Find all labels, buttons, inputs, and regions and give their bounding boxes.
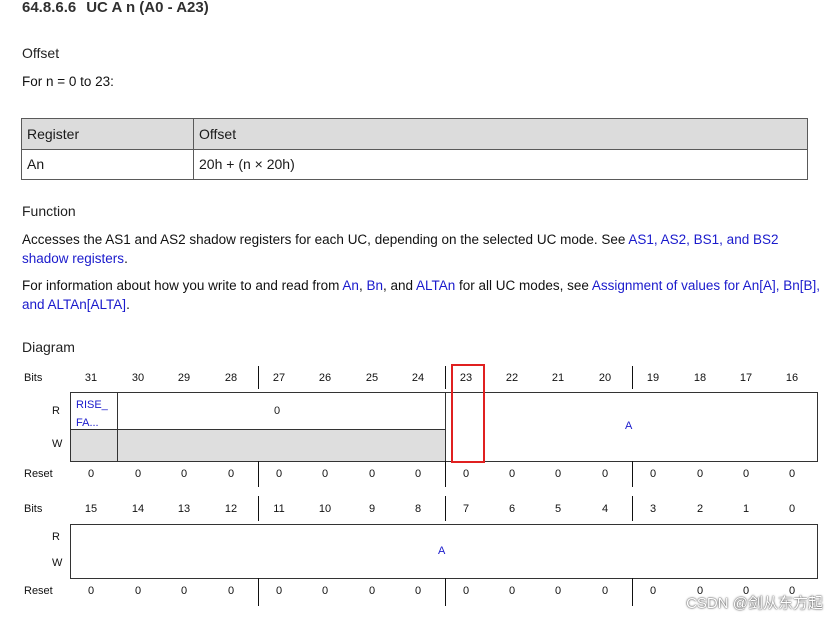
byte-separator bbox=[258, 461, 259, 487]
field-rise-fa-label[interactable]: RISE_ FA... bbox=[76, 396, 108, 432]
reset-value-upper-13: 0 bbox=[696, 468, 704, 480]
bit-number-lower-14: 1 bbox=[742, 503, 750, 515]
field-a-upper-label[interactable]: A bbox=[625, 420, 632, 432]
bit-number-upper-12: 19 bbox=[646, 372, 660, 384]
reset-value-lower-12: 0 bbox=[649, 585, 657, 597]
reset-value-upper-0: 0 bbox=[87, 468, 95, 480]
bit-number-lower-8: 7 bbox=[462, 503, 470, 515]
reset-value-upper-3: 0 bbox=[227, 468, 235, 480]
reset-value-upper-5: 0 bbox=[321, 468, 329, 480]
bit-number-upper-2: 29 bbox=[177, 372, 191, 384]
reset-value-lower-5: 0 bbox=[321, 585, 329, 597]
reset-value-lower-9: 0 bbox=[508, 585, 516, 597]
byte-separator bbox=[632, 496, 633, 521]
byte-separator bbox=[258, 578, 259, 606]
reset-value-lower-11: 0 bbox=[601, 585, 609, 597]
bits-label-lower: Bits bbox=[24, 503, 43, 515]
bit-number-lower-2: 13 bbox=[177, 503, 191, 515]
reset-value-upper-15: 0 bbox=[788, 468, 796, 480]
byte-separator bbox=[445, 496, 446, 521]
bit-number-lower-5: 10 bbox=[318, 503, 332, 515]
byte-separator bbox=[445, 578, 446, 606]
bit-number-lower-15: 0 bbox=[788, 503, 796, 515]
bit-number-upper-8: 23 bbox=[459, 372, 473, 384]
bit-number-lower-1: 14 bbox=[131, 503, 145, 515]
reset-value-lower-1: 0 bbox=[134, 585, 142, 597]
bit-number-lower-7: 8 bbox=[414, 503, 422, 515]
r-label-lower: R bbox=[52, 531, 60, 543]
byte-separator bbox=[632, 366, 633, 389]
w-label-lower: W bbox=[52, 557, 63, 569]
bit-number-upper-1: 30 bbox=[131, 372, 145, 384]
reset-value-upper-12: 0 bbox=[649, 468, 657, 480]
field-rise-fa-write bbox=[70, 429, 118, 462]
reset-value-lower-7: 0 bbox=[414, 585, 422, 597]
bit-number-lower-0: 15 bbox=[84, 503, 98, 515]
reset-value-lower-3: 0 bbox=[227, 585, 235, 597]
byte-separator bbox=[632, 578, 633, 606]
byte-separator bbox=[632, 461, 633, 487]
byte-separator bbox=[258, 366, 259, 389]
bits-label-upper: Bits bbox=[24, 372, 43, 384]
bit-number-upper-9: 22 bbox=[505, 372, 519, 384]
reset-value-upper-10: 0 bbox=[554, 468, 562, 480]
bit-number-upper-10: 21 bbox=[551, 372, 565, 384]
bit-number-lower-4: 11 bbox=[273, 503, 285, 515]
bit-number-upper-15: 16 bbox=[785, 372, 799, 384]
w-label-upper: W bbox=[52, 438, 63, 450]
bit-number-upper-13: 18 bbox=[693, 372, 707, 384]
byte-separator bbox=[258, 496, 259, 521]
bit-number-upper-0: 31 bbox=[84, 372, 98, 384]
reset-value-upper-2: 0 bbox=[180, 468, 188, 480]
r-label-upper: R bbox=[52, 405, 60, 417]
bit-number-upper-3: 28 bbox=[224, 372, 238, 384]
field-reserved-value: 0 bbox=[274, 405, 281, 417]
bit-number-lower-3: 12 bbox=[224, 503, 238, 515]
bit-number-lower-10: 5 bbox=[554, 503, 562, 515]
reset-value-lower-0: 0 bbox=[87, 585, 95, 597]
byte-separator bbox=[445, 461, 446, 487]
field-a-lower-label[interactable]: A bbox=[438, 545, 445, 557]
watermark: CSDN @剑从东方起 bbox=[686, 595, 823, 612]
bit-number-upper-6: 25 bbox=[365, 372, 379, 384]
bit-number-lower-6: 9 bbox=[368, 503, 376, 515]
field-reserved-write bbox=[117, 429, 446, 462]
bit-number-upper-7: 24 bbox=[411, 372, 425, 384]
reset-value-lower-8: 0 bbox=[462, 585, 470, 597]
bit-number-upper-14: 17 bbox=[739, 372, 753, 384]
reset-value-upper-1: 0 bbox=[134, 468, 142, 480]
reset-value-upper-4: 0 bbox=[275, 468, 283, 480]
bit-number-upper-11: 20 bbox=[598, 372, 612, 384]
reset-value-upper-9: 0 bbox=[508, 468, 516, 480]
reset-value-upper-6: 0 bbox=[368, 468, 376, 480]
reset-label-lower: Reset bbox=[24, 585, 53, 597]
reset-value-lower-2: 0 bbox=[180, 585, 188, 597]
bit-number-lower-13: 2 bbox=[696, 503, 704, 515]
bit-number-upper-4: 27 bbox=[272, 372, 286, 384]
reset-value-lower-4: 0 bbox=[275, 585, 283, 597]
reset-value-lower-6: 0 bbox=[368, 585, 376, 597]
bit-number-lower-9: 6 bbox=[508, 503, 516, 515]
reset-value-upper-8: 0 bbox=[462, 468, 470, 480]
reset-value-lower-10: 0 bbox=[554, 585, 562, 597]
field-reserved-read bbox=[117, 392, 446, 430]
reset-value-upper-7: 0 bbox=[414, 468, 422, 480]
reset-value-upper-11: 0 bbox=[601, 468, 609, 480]
bit-number-lower-11: 4 bbox=[601, 503, 609, 515]
reset-value-upper-14: 0 bbox=[742, 468, 750, 480]
register-diagram: Bits R W Reset Bits R W Reset RISE_ FA..… bbox=[0, 0, 831, 620]
bit-number-upper-5: 26 bbox=[318, 372, 332, 384]
bit-number-lower-12: 3 bbox=[649, 503, 657, 515]
reset-label-upper: Reset bbox=[24, 468, 53, 480]
byte-separator bbox=[445, 366, 446, 389]
